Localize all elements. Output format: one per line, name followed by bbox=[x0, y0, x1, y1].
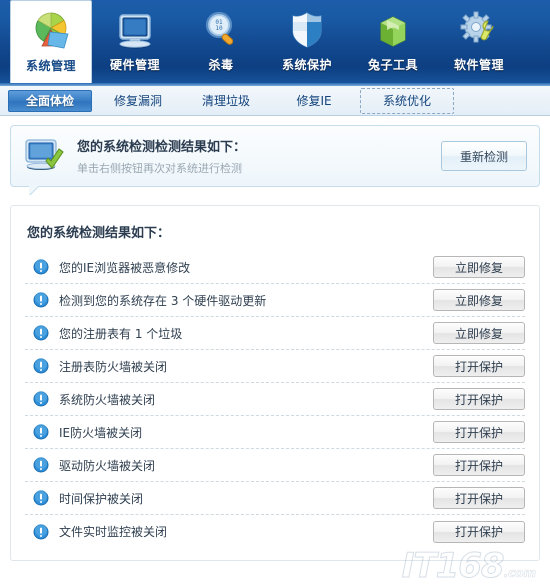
toolbar-item-rabbit-tools[interactable]: 兔子工具 bbox=[350, 0, 436, 84]
result-label: 您的注册表有 1 个垃圾 bbox=[59, 326, 183, 341]
enable-protection-button[interactable]: 打开保护 bbox=[433, 454, 525, 476]
magnifier-icon: 01 10 bbox=[198, 9, 244, 53]
result-label: 注册表防火墙被关闭 bbox=[59, 359, 168, 374]
tab-fix-vulnerabilities[interactable]: 修复漏洞 bbox=[96, 90, 180, 112]
enable-protection-button[interactable]: 打开保护 bbox=[433, 421, 525, 443]
enable-protection-button[interactable]: 打开保护 bbox=[433, 388, 525, 410]
gear-wrench-icon bbox=[456, 9, 502, 53]
result-row: 检测到您的系统存在 3 个硬件驱动更新 立即修复 bbox=[25, 284, 525, 317]
toolbar-item-system-protection[interactable]: 系统保护 bbox=[264, 0, 350, 84]
tab-system-optimization[interactable]: 系统优化 bbox=[360, 87, 455, 114]
main-toolbar: 系统管理 硬件管理 01 10 杀毒 系统保护 兔子工具 软件管理 bbox=[0, 0, 550, 86]
result-row: 时间保护被关闭 打开保护 bbox=[25, 482, 525, 515]
results-panel: 您的系统检测结果如下： 您的IE浏览器被恶意修改 立即修复 检测到您的系统存在 … bbox=[10, 205, 540, 561]
tab-label: 清理垃圾 bbox=[201, 94, 250, 108]
content-area: 您的系统检测检测结果如下： 单击右侧按钮再次对系统进行检测 重新检测 您的系统检… bbox=[0, 116, 550, 587]
pie-chart-icon bbox=[28, 10, 74, 54]
toolbar-item-system-management[interactable]: 系统管理 bbox=[10, 0, 92, 86]
toolbar-item-label: 系统管理 bbox=[25, 59, 76, 73]
fix-now-button[interactable]: 立即修复 bbox=[433, 289, 525, 311]
result-label: IE防火墙被关闭 bbox=[59, 425, 143, 440]
tab-repair-ie[interactable]: 修复IE bbox=[272, 90, 356, 112]
result-row: 您的注册表有 1 个垃圾 立即修复 bbox=[25, 317, 525, 350]
toolbar-item-label: 杀毒 bbox=[208, 58, 234, 72]
result-row: 驱动防火墙被关闭 打开保护 bbox=[25, 449, 525, 482]
tab-label: 修复IE bbox=[296, 94, 332, 108]
toolbar-item-label: 硬件管理 bbox=[109, 58, 160, 72]
info-exclamation-icon bbox=[33, 325, 49, 341]
tab-label: 全面体检 bbox=[25, 94, 74, 108]
watermark-suffix: .com bbox=[503, 566, 536, 580]
scan-status-panel: 您的系统检测检测结果如下： 单击右侧按钮再次对系统进行检测 重新检测 bbox=[10, 125, 540, 187]
enable-protection-button[interactable]: 打开保护 bbox=[433, 487, 525, 509]
tab-full-checkup[interactable]: 全面体检 bbox=[8, 89, 92, 112]
toolbar-item-label: 兔子工具 bbox=[367, 58, 418, 72]
result-label: 您的IE浏览器被恶意修改 bbox=[59, 260, 191, 275]
toolbar-item-hardware-management[interactable]: 硬件管理 bbox=[92, 0, 178, 84]
info-exclamation-icon bbox=[33, 292, 49, 308]
info-exclamation-icon bbox=[33, 259, 49, 275]
shield-icon bbox=[284, 9, 330, 53]
info-exclamation-icon bbox=[33, 391, 49, 407]
result-label: 驱动防火墙被关闭 bbox=[59, 458, 156, 473]
tab-clean-junk[interactable]: 清理垃圾 bbox=[184, 90, 268, 112]
enable-protection-button[interactable]: 打开保护 bbox=[433, 355, 525, 377]
sub-tab-bar: 全面体检 修复漏洞 清理垃圾 修复IE 系统优化 bbox=[0, 86, 550, 116]
scan-status-text: 您的系统检测检测结果如下： 单击右侧按钮再次对系统进行检测 bbox=[67, 136, 441, 176]
tab-label: 系统优化 bbox=[383, 94, 432, 108]
green-box-icon bbox=[370, 9, 416, 53]
result-row: 您的IE浏览器被恶意修改 立即修复 bbox=[25, 251, 525, 284]
fix-now-button[interactable]: 立即修复 bbox=[433, 256, 525, 278]
info-exclamation-icon bbox=[33, 490, 49, 506]
scan-status-subtitle: 单击右侧按钮再次对系统进行检测 bbox=[77, 162, 242, 175]
result-label: 文件实时监控被关闭 bbox=[59, 525, 168, 539]
info-exclamation-icon bbox=[33, 424, 49, 440]
svg-text:10: 10 bbox=[215, 25, 223, 32]
scan-status-title: 您的系统检测检测结果如下： bbox=[77, 140, 247, 155]
monitor-icon bbox=[112, 9, 158, 53]
result-label: 系统防火墙被关闭 bbox=[59, 392, 156, 407]
toolbar-item-label: 系统保护 bbox=[281, 58, 332, 72]
tab-label: 修复漏洞 bbox=[113, 94, 162, 108]
info-exclamation-icon bbox=[33, 523, 49, 540]
result-row: 注册表防火墙被关闭 打开保护 bbox=[25, 350, 525, 383]
result-row: IE防火墙被关闭 打开保护 bbox=[25, 416, 525, 449]
result-row: 系统防火墙被关闭 打开保护 bbox=[25, 383, 525, 416]
fix-now-button[interactable]: 立即修复 bbox=[433, 322, 525, 344]
toolbar-item-label: 软件管理 bbox=[453, 58, 504, 72]
toolbar-item-software-management[interactable]: 软件管理 bbox=[436, 0, 522, 84]
result-row: 文件实时监控被关闭 打开保护 bbox=[25, 515, 525, 548]
info-exclamation-icon bbox=[33, 457, 49, 473]
monitor-check-icon bbox=[21, 135, 67, 177]
rescan-button[interactable]: 重新检测 bbox=[441, 141, 527, 171]
enable-protection-button[interactable]: 打开保护 bbox=[433, 520, 525, 543]
toolbar-item-antivirus[interactable]: 01 10 杀毒 bbox=[178, 0, 264, 84]
info-exclamation-icon bbox=[33, 358, 49, 374]
results-heading: 您的系统检测结果如下： bbox=[27, 226, 171, 241]
panel-tail bbox=[29, 186, 47, 195]
result-label: 检测到您的系统存在 3 个硬件驱动更新 bbox=[59, 293, 267, 308]
result-label: 时间保护被关闭 bbox=[59, 491, 144, 506]
